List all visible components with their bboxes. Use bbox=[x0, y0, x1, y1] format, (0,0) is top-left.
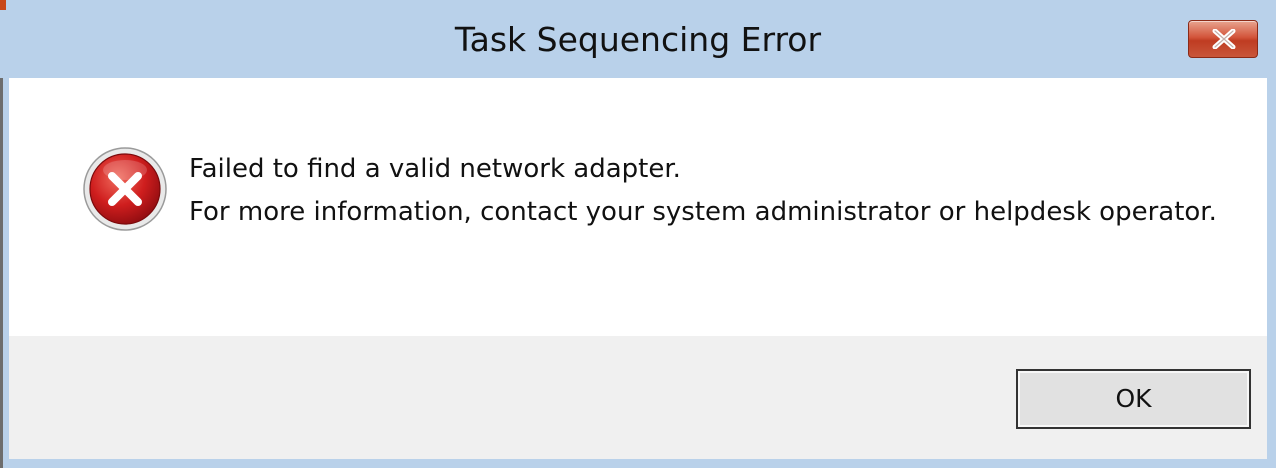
error-message: Failed to find a valid network adapter. … bbox=[189, 148, 1229, 234]
ok-button[interactable]: OK bbox=[1016, 369, 1251, 429]
close-button[interactable] bbox=[1188, 20, 1258, 58]
error-icon bbox=[83, 147, 167, 231]
window-corner-mark bbox=[0, 0, 6, 10]
dialog-content: Failed to find a valid network adapter. … bbox=[9, 78, 1267, 336]
close-icon bbox=[1212, 29, 1236, 49]
message-line-primary: Failed to find a valid network adapter. bbox=[189, 154, 681, 184]
dialog-title: Task Sequencing Error bbox=[454, 20, 822, 59]
dialog-window: Task Sequencing Error Failed to find a v… bbox=[0, 0, 1276, 468]
button-bar: OK bbox=[9, 336, 1267, 459]
title-bar[interactable]: Task Sequencing Error bbox=[0, 0, 1276, 78]
message-line-secondary: For more information, contact your syste… bbox=[189, 197, 1217, 227]
